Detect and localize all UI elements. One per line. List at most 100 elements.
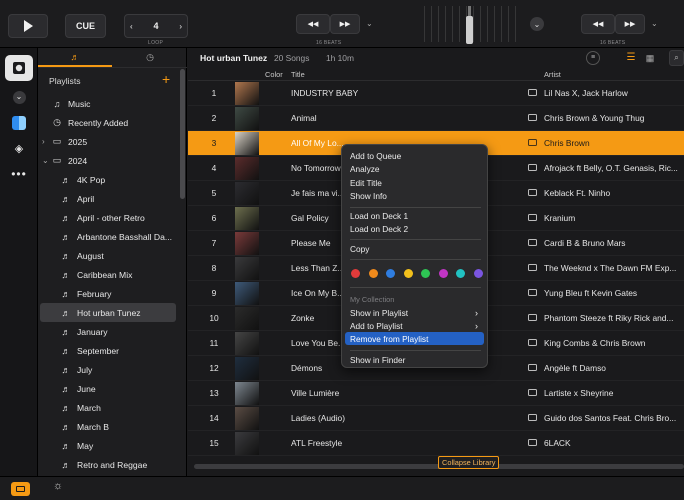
sidebar-item[interactable]: ♬ 4K Pop [38, 170, 183, 189]
chevron-right-icon[interactable]: › [179, 22, 182, 31]
menu-item[interactable]: Analyze [345, 163, 484, 176]
search-icon[interactable]: ⌕ [669, 50, 684, 66]
plus-icon[interactable]: + [162, 71, 170, 87]
sidebar-item[interactable]: › ▭ 2025 [38, 132, 183, 151]
color-swatch[interactable] [386, 269, 395, 278]
crossfader-handle[interactable] [466, 16, 473, 44]
sidebar-item[interactable]: ♬ Hot urban Tunez [40, 303, 176, 322]
track-artist: Chris Brown [544, 138, 590, 148]
color-swatch[interactable] [351, 269, 360, 278]
library-source-button[interactable] [5, 55, 33, 81]
beatjump-forward-button-2[interactable]: ▶▶ [615, 14, 645, 34]
video-icon [528, 389, 537, 396]
menu-item-show-in-playlist[interactable]: Show in Playlist › [345, 306, 484, 319]
more-button[interactable]: ••• [5, 161, 33, 187]
sidebar-item[interactable]: ♫ Music [38, 94, 183, 113]
finder-icon [12, 116, 26, 130]
table-row[interactable]: 1 INDUSTRY BABY Lil Nas X, Jack Harlow [188, 81, 684, 106]
sidebar-item-label: August [77, 250, 104, 261]
brightness-icon[interactable]: ☼ [53, 480, 63, 492]
color-swatch[interactable] [473, 269, 483, 278]
sidebar-item-label: June [77, 383, 96, 394]
sidebar-item[interactable]: ♬ September [38, 341, 183, 360]
sidebar-item[interactable]: ♬ June [38, 379, 183, 398]
sidebar-item[interactable]: ♬ July [38, 360, 183, 379]
chevron-down-icon: ⌄ [12, 90, 26, 104]
sidebar-item[interactable]: ♬ Arbantone Basshall Da... [38, 227, 183, 246]
album-art [235, 157, 259, 180]
color-swatch[interactable] [403, 269, 413, 278]
sidebar-scrollbar[interactable] [180, 69, 185, 199]
table-row[interactable]: 14 Ladies (Audio) Guido dos Santos Feat. C… [188, 406, 684, 431]
play-button[interactable] [8, 14, 48, 38]
column-color[interactable]: Color [265, 70, 283, 79]
menu-item-copy-label: Copy [350, 243, 370, 254]
chevron-down-icon[interactable]: ⌄ [42, 156, 50, 165]
sidebar-item[interactable]: ♬ Caribbean Mix [38, 265, 183, 284]
menu-item[interactable]: Edit Title [345, 176, 484, 189]
color-swatch[interactable] [438, 269, 448, 278]
chevron-left-icon[interactable]: ‹ [130, 22, 133, 31]
menu-item-load-deck[interactable]: Load on Deck 1 [345, 209, 484, 222]
tab-playlists[interactable]: ♬ [38, 48, 112, 67]
crossfader-area [424, 6, 516, 44]
list-view-icon[interactable]: ☰ [624, 51, 638, 65]
color-swatch[interactable] [456, 269, 465, 278]
menu-item-add-to-playlist[interactable]: Add to Playlist › [345, 319, 484, 332]
collapse-library-button[interactable]: Collapse Library [438, 456, 500, 469]
finder-source-button[interactable] [5, 110, 33, 136]
sidebar-item[interactable]: ♬ February [38, 284, 183, 303]
chevron-right-icon[interactable]: › [42, 137, 50, 146]
menu-item-remove-from-playlist[interactable]: Remove from Playlist [345, 332, 484, 345]
sidebar-item-label: 2025 [68, 136, 88, 147]
video-icon [528, 214, 537, 221]
album-art [235, 282, 259, 305]
filter-icon[interactable]: ≡ [586, 51, 600, 65]
table-row[interactable]: 15 ATL Freestyle 6LACK [188, 431, 684, 456]
sidebar-item[interactable]: ♬ March B [38, 417, 183, 436]
sidebar-item[interactable]: ♬ April [38, 189, 183, 208]
beatjump-forward-button[interactable]: ▶▶ [330, 14, 360, 34]
column-artist[interactable]: Artist [544, 70, 561, 79]
sidebar-item[interactable]: ♬ April - other Retro [38, 208, 183, 227]
sidebar-item[interactable]: ⌄ ▭ 2024 [38, 151, 183, 170]
beatjump-back-button-2[interactable]: ◀◀ [581, 14, 615, 34]
track-artist: 6LACK [544, 438, 571, 448]
layers-source-button[interactable]: ◈ [5, 135, 33, 161]
sidebar-item[interactable]: ◷ Recently Added [38, 113, 183, 132]
grid-view-icon[interactable]: ▦ [643, 51, 657, 65]
album-art [235, 257, 259, 280]
chevron-down-icon[interactable]: ⌄ [366, 19, 373, 28]
chevron-down-icon[interactable]: ⌄ [651, 19, 658, 28]
sidebar-item-label: Arbantone Basshall Da... [77, 231, 173, 242]
track-artist: Keblack Ft. Ninho [544, 188, 611, 198]
menu-item-show-in-playlist-label: Show in Playlist [350, 307, 409, 318]
chevron-down-circle-icon[interactable]: ⌄ [530, 17, 544, 31]
color-swatch[interactable] [421, 269, 430, 278]
column-title[interactable]: Title [291, 70, 305, 79]
sidebar-item-label: Hot urban Tunez [77, 307, 141, 318]
menu-item[interactable]: Show Info [345, 190, 484, 203]
collapse-rail-button[interactable]: ⌄ [5, 84, 33, 110]
menu-item-show-in-finder[interactable]: Show in Finder [345, 353, 484, 366]
library-toggle-button[interactable] [11, 482, 30, 496]
menu-item-copy[interactable]: Copy [345, 242, 484, 255]
menu-item[interactable]: Add to Queue [345, 149, 484, 162]
menu-section-label: My Collection [350, 295, 395, 304]
color-swatch[interactable] [368, 269, 378, 278]
video-icon [528, 114, 537, 121]
beatjump-back-button[interactable]: ◀◀ [296, 14, 330, 34]
sidebar-item[interactable]: ♬ January [38, 322, 183, 341]
table-row[interactable]: 13 Ville Lumière Lartiste x Sheyrine [188, 381, 684, 406]
sidebar-item[interactable]: ♬ August [38, 246, 183, 265]
sidebar-item[interactable]: ♬ Retro and Reggae [38, 455, 183, 474]
cue-button[interactable]: CUE [65, 14, 106, 38]
sidebar-item-label: Recently Added [68, 117, 129, 128]
menu-item-load-deck[interactable]: Load on Deck 2 [345, 223, 484, 236]
sidebar-item[interactable]: ♬ March [38, 398, 183, 417]
bottom-bar: ☼ [0, 476, 684, 500]
sidebar-item[interactable]: ♬ May [38, 436, 183, 455]
sidebar-item-label: March [77, 402, 101, 413]
tab-history[interactable]: ◷ [113, 48, 187, 67]
table-row[interactable]: 2 Animal Chris Brown & Young Thug [188, 106, 684, 131]
